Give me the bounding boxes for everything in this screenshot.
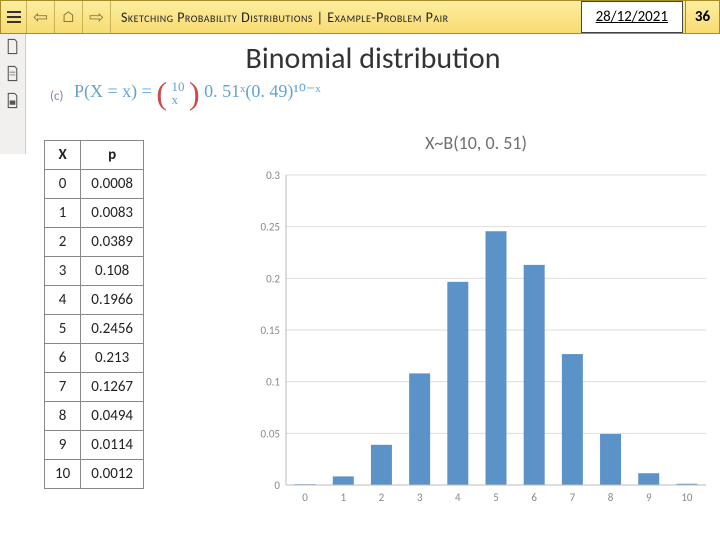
page-number: 36	[685, 1, 719, 33]
bar	[371, 445, 392, 485]
table-row: 80.0494	[45, 402, 144, 431]
table-header: Xp	[45, 141, 144, 170]
svg-text:5: 5	[493, 491, 499, 504]
bar	[409, 373, 430, 485]
nav-home-button[interactable]: ⌂	[55, 1, 83, 33]
svg-text:0.15: 0.15	[260, 324, 280, 337]
table-row: 70.1267	[45, 373, 144, 402]
nav-group: ⇦ ⌂ ⇨	[27, 1, 111, 33]
slide-content: Binomial distribution (c) P(X = x) = ( 1…	[26, 34, 720, 540]
svg-text:4: 4	[455, 491, 461, 504]
bar	[638, 473, 659, 485]
formula-lhs: P(X = x) =	[74, 81, 152, 101]
svg-text:0.3: 0.3	[266, 169, 280, 182]
svg-text:0.2: 0.2	[266, 272, 280, 285]
sidebar	[0, 34, 26, 154]
bar	[447, 282, 468, 485]
svg-text:1: 1	[340, 491, 346, 504]
bar-chart: 0 0.05 0.1 0.15 0.2 0.25 0.3 0 1 2 3 4 5 6 7 8 9 10	[236, 160, 716, 520]
chart-title: X~B(10, 0. 51)	[236, 132, 716, 154]
bar	[562, 354, 583, 485]
svg-text:8: 8	[608, 491, 614, 504]
svg-text:0.1: 0.1	[266, 376, 280, 389]
table-row: 60.213	[45, 344, 144, 373]
page-title: Binomial distribution	[26, 34, 720, 79]
date-label: 28/12/2021	[581, 1, 683, 33]
breadcrumb: Sketching Probability Distributions | Ex…	[111, 9, 581, 26]
bar	[486, 231, 507, 485]
table-row: 50.2456	[45, 315, 144, 344]
svg-text:0.25: 0.25	[260, 221, 280, 234]
table-row: 00.0008	[45, 170, 144, 199]
svg-text:0: 0	[302, 491, 308, 504]
svg-text:0.05: 0.05	[260, 427, 280, 440]
svg-text:6: 6	[531, 491, 537, 504]
svg-text:9: 9	[646, 491, 652, 504]
bar	[524, 265, 545, 485]
svg-text:10: 10	[681, 491, 693, 504]
table-row: 20.0389	[45, 228, 144, 257]
doc-icon[interactable]	[4, 38, 21, 55]
chart: X~B(10, 0. 51) 0 0.05 0.1 0.15 0.2 0.25 0.3 0 1 2…	[236, 132, 716, 532]
table-row: 90.0114	[45, 431, 144, 460]
nav-forward-button[interactable]: ⇨	[83, 1, 111, 33]
toolbar: ⇦ ⌂ ⇨ Sketching Probability Distribution…	[0, 0, 720, 34]
nav-back-button[interactable]: ⇦	[27, 1, 55, 33]
menu-icon[interactable]	[1, 1, 27, 33]
part-label: (c)	[50, 89, 63, 104]
probability-table: Xp 00.000810.008320.038930.10840.196650.…	[44, 140, 144, 489]
doc-lines-icon[interactable]	[4, 65, 21, 82]
table-row: 100.0012	[45, 460, 144, 489]
svg-text:0: 0	[274, 479, 280, 492]
formula-rhs: 0. 51ˣ(0. 49)¹⁰⁻ˣ	[204, 81, 321, 101]
table-row: 40.1966	[45, 286, 144, 315]
bar	[333, 476, 354, 485]
bar	[600, 434, 621, 485]
svg-text:2: 2	[379, 491, 385, 504]
doc-image-icon[interactable]	[4, 92, 21, 109]
table-row: 30.108	[45, 257, 144, 286]
table-row: 10.0083	[45, 199, 144, 228]
svg-text:7: 7	[570, 491, 576, 504]
formula: P(X = x) = ( 10x ) 0. 51ˣ(0. 49)¹⁰⁻ˣ	[74, 80, 321, 106]
svg-text:3: 3	[417, 491, 423, 504]
